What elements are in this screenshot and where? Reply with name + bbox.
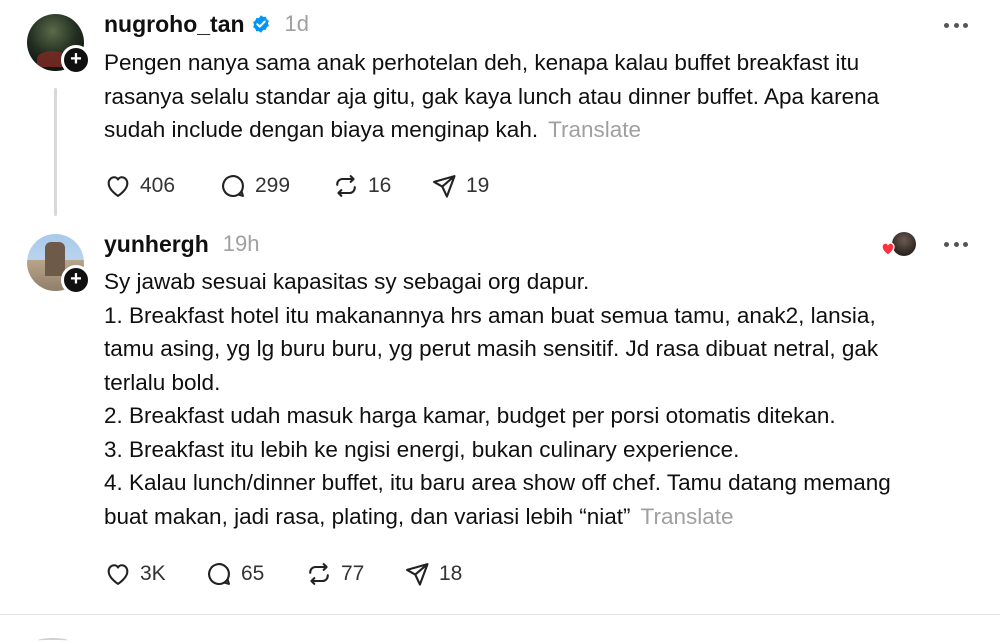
post-header: nugroho_tan 1d bbox=[104, 9, 309, 39]
comment-icon bbox=[208, 563, 230, 586]
heart-icon bbox=[881, 242, 895, 256]
like-count: 3K bbox=[140, 562, 166, 585]
like-button[interactable]: 406 bbox=[104, 172, 219, 200]
username[interactable]: yunhergh bbox=[104, 231, 209, 258]
share-count: 18 bbox=[439, 562, 463, 585]
post-body: Pengen nanya sama anak perhotelan deh, k… bbox=[104, 50, 880, 142]
reply-button[interactable]: 299 bbox=[219, 172, 332, 200]
repost-icon bbox=[309, 563, 329, 585]
more-options-icon[interactable] bbox=[944, 21, 968, 29]
thread-connector-line bbox=[54, 88, 57, 216]
post-actions: 406 299 16 19 bbox=[104, 170, 489, 202]
repost-count: 77 bbox=[341, 562, 365, 585]
translate-link[interactable]: Translate bbox=[548, 117, 641, 142]
heart-icon bbox=[107, 564, 129, 585]
post-divider bbox=[0, 614, 1000, 615]
post-body: Sy jawab sesuai kapasitas sy sebagai org… bbox=[104, 269, 891, 529]
post-time[interactable]: 19h bbox=[223, 231, 260, 257]
more-options-icon[interactable] bbox=[944, 240, 968, 248]
repost-button[interactable]: 77 bbox=[305, 560, 403, 588]
reply-count: 299 bbox=[255, 174, 291, 197]
post-nugroho-tan: + nugroho_tan 1d Pengen nanya sama anak … bbox=[0, 0, 1000, 220]
like-button[interactable]: 3K bbox=[104, 560, 205, 588]
post-actions: 3K 65 77 18 bbox=[104, 558, 462, 590]
share-button[interactable]: 19 bbox=[430, 172, 489, 200]
repost-count: 16 bbox=[368, 174, 392, 197]
username[interactable]: nugroho_tan bbox=[104, 11, 245, 38]
send-icon bbox=[433, 175, 456, 198]
post-text: Sy jawab sesuai kapasitas sy sebagai org… bbox=[104, 265, 970, 533]
send-icon bbox=[406, 563, 429, 586]
reply-button[interactable]: 65 bbox=[205, 560, 305, 588]
avatar[interactable]: + bbox=[27, 234, 91, 295]
like-count: 406 bbox=[140, 174, 176, 197]
share-button[interactable]: 18 bbox=[403, 560, 462, 588]
verified-badge-icon bbox=[252, 15, 269, 33]
heart-icon bbox=[107, 176, 129, 197]
post-text: Pengen nanya sama anak perhotelan deh, k… bbox=[104, 46, 970, 147]
repost-button[interactable]: 16 bbox=[332, 172, 430, 200]
avatar[interactable]: + bbox=[27, 14, 91, 75]
comment-icon bbox=[222, 175, 244, 198]
post-yunhergh: + yunhergh 19h Sy jawab sesuai kapasitas… bbox=[0, 222, 1000, 614]
post-time[interactable]: 1d bbox=[285, 11, 309, 37]
repost-icon bbox=[336, 175, 356, 197]
translate-link[interactable]: Translate bbox=[641, 504, 734, 529]
post-header: yunhergh 19h bbox=[104, 229, 260, 259]
follow-plus-icon[interactable]: + bbox=[61, 45, 91, 75]
share-count: 19 bbox=[466, 174, 490, 197]
follow-plus-icon[interactable]: + bbox=[61, 265, 91, 295]
reply-count: 65 bbox=[241, 562, 265, 585]
liked-by-author-indicator bbox=[880, 232, 916, 258]
